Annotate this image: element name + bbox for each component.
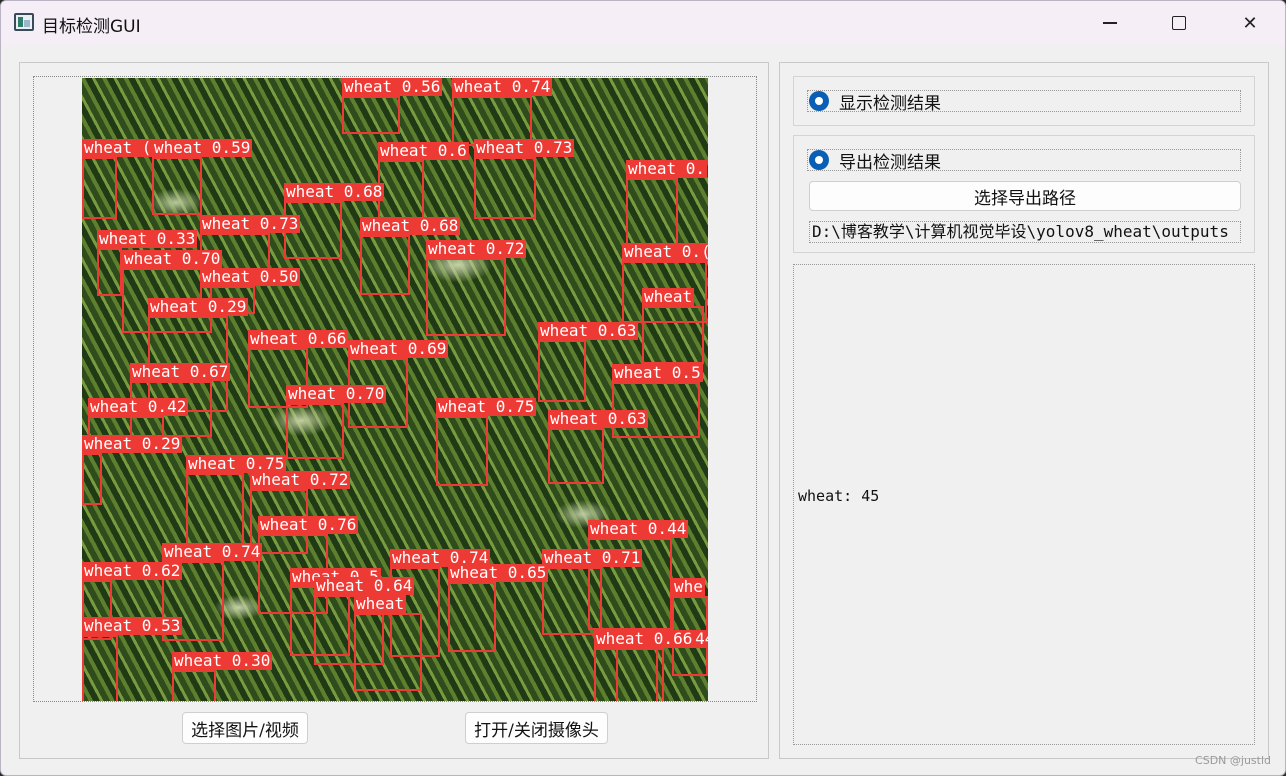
detection-label: wheat 0.76	[258, 516, 359, 534]
detection-label: wheat 0.74	[162, 543, 263, 561]
show-results-label: 显示检测结果	[839, 93, 941, 114]
image-display-frame: wheat 0.56 wheat 0.74 wheat (wheat 0.59 whe…	[33, 76, 757, 702]
detection-label: wheat 0.62	[82, 562, 183, 580]
detection-label: wheat 0.69	[348, 340, 449, 358]
detection-box	[82, 453, 102, 505]
export-options-group: 导出检测结果 选择导出路径 D:\博客教学\计算机视觉毕设\yolov8_whe…	[793, 135, 1255, 253]
radio-checked-icon	[809, 91, 829, 111]
detection-box	[354, 613, 422, 691]
detection-label: wheat 0.74	[452, 78, 553, 96]
detection-box	[626, 178, 678, 248]
left-panel: wheat 0.56 wheat 0.74 wheat (wheat 0.59 whe…	[19, 62, 769, 759]
detection-label: wheat	[642, 288, 695, 306]
close-icon: ✕	[1242, 12, 1258, 34]
detection-image: wheat 0.56 wheat 0.74 wheat (wheat 0.59 whe…	[82, 78, 708, 701]
result-text-area: wheat: 45	[793, 264, 1255, 745]
select-export-path-button[interactable]: 选择导出路径	[809, 181, 1241, 211]
detection-label: wheat 0.29	[148, 298, 249, 316]
detection-label: wheat 0.30	[172, 652, 273, 670]
detection-label: wheat 0.	[626, 160, 708, 178]
detection-box	[594, 648, 664, 701]
detection-label: wheat 0.71	[542, 549, 643, 567]
detection-label: wheat 0.(	[622, 243, 708, 261]
detection-label: wheat 0.65	[448, 564, 549, 582]
maximize-icon	[1172, 16, 1186, 30]
detection-box	[152, 157, 202, 215]
detection-box	[538, 340, 586, 402]
detection-label: wheat 0.75	[436, 398, 537, 416]
display-options-group: 显示检测结果	[793, 76, 1255, 126]
detection-label: wheat 0.56	[342, 78, 443, 96]
detection-label: wheat 0.72	[426, 240, 527, 258]
detection-box	[426, 258, 506, 336]
detection-label: wheat 0.42	[88, 398, 189, 416]
maximize-button[interactable]	[1144, 1, 1214, 45]
minimize-button[interactable]	[1075, 1, 1145, 45]
detection-label: wheat 0.72	[250, 471, 351, 489]
detection-label: wheat 0.6	[378, 142, 469, 160]
detection-label: wheat 0.68	[284, 183, 385, 201]
export-results-radio[interactable]: 导出检测结果	[807, 149, 1241, 173]
detection-box	[172, 670, 216, 701]
detection-label: wheat 0.50	[200, 268, 301, 286]
detection-label: wheat 0.53	[82, 617, 183, 635]
detection-box	[82, 157, 117, 219]
watermark: CSDN @justld	[1195, 754, 1271, 767]
close-button[interactable]: ✕	[1215, 1, 1285, 45]
detection-label: wheat 0.64	[314, 577, 415, 595]
minimize-icon	[1103, 22, 1117, 24]
detection-count-text: wheat: 45	[798, 487, 880, 505]
app-window: 目标检测GUI ✕ wheat 0.56 wheat 0.74 wheat (whe…	[0, 0, 1286, 776]
detection-box	[448, 582, 496, 652]
detection-box	[474, 157, 536, 219]
detection-label: wheat 0.63	[538, 322, 639, 340]
detection-label: wheat 0.67	[130, 363, 231, 381]
detection-box	[548, 428, 604, 484]
detection-label: wheat 0.70	[286, 385, 387, 403]
export-path-field: D:\博客教学\计算机视觉毕设\yolov8_wheat\outputs	[809, 221, 1241, 243]
detection-label: wheat 0.59	[152, 139, 253, 157]
show-results-radio[interactable]: 显示检测结果	[807, 90, 1241, 114]
window-title: 目标检测GUI	[42, 17, 141, 37]
detection-box	[360, 235, 410, 295]
detection-label: wheat 0.66	[248, 330, 349, 348]
app-icon	[14, 13, 34, 31]
detection-box	[542, 567, 602, 635]
detection-label: wheat 0.5	[612, 364, 703, 382]
detection-label: wheat 0.68	[360, 217, 461, 235]
select-file-button[interactable]: 选择图片/视频	[182, 712, 308, 744]
export-results-label: 导出检测结果	[839, 152, 941, 173]
detection-box	[97, 248, 122, 296]
detection-label: wheat (	[82, 139, 154, 157]
camera-toggle-button[interactable]: 打开/关闭摄像头	[465, 712, 608, 744]
title-bar[interactable]: 目标检测GUI ✕	[1, 1, 1285, 45]
detection-label: wheat 0.73	[200, 215, 301, 233]
detection-box	[342, 96, 400, 134]
detection-label: wheat 0.63	[548, 410, 649, 428]
detection-label: whe	[672, 578, 705, 596]
detection-box	[82, 635, 118, 701]
detection-box	[436, 416, 488, 486]
right-panel: 显示检测结果 导出检测结果 选择导出路径 D:\博客教学\计算机视觉毕设\yol…	[779, 62, 1269, 759]
detection-label: wheat 0.73	[474, 139, 575, 157]
detection-label: wheat	[354, 595, 407, 613]
detection-box	[286, 403, 344, 459]
detection-label: wheat 0.29	[82, 435, 183, 453]
detection-label: wheat 0.66	[594, 630, 695, 648]
detection-label: wheat 0.70	[122, 250, 223, 268]
detection-box	[378, 160, 424, 222]
radio-checked-icon	[809, 150, 829, 170]
detection-label: wheat 0.33	[97, 230, 198, 248]
detection-box	[642, 306, 704, 364]
detection-label: wheat 0.44	[588, 520, 689, 538]
